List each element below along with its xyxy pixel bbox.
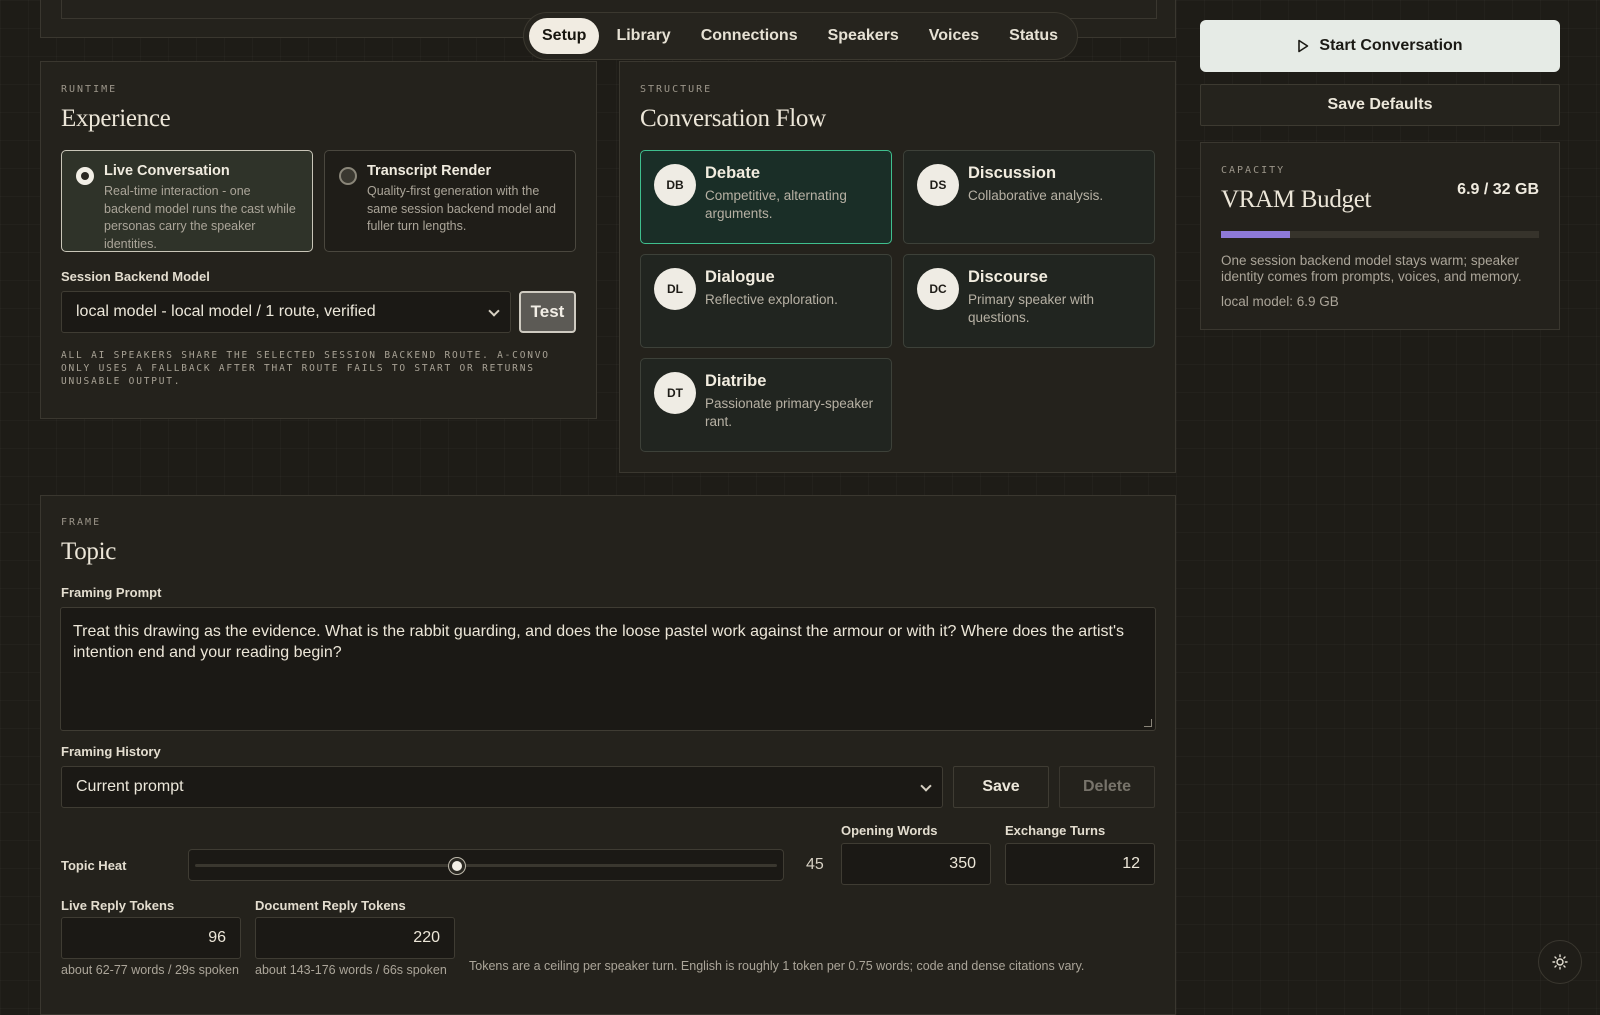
sun-icon [1552,954,1568,970]
flow-option-discourse[interactable]: DC Discourse Primary speaker with questi… [903,254,1155,348]
document-reply-tokens-value: 220 [413,929,440,946]
delete-prompt-label: Delete [1082,778,1132,795]
framing-prompt-label: Framing Prompt [61,585,162,600]
flow-option-description: Collaborative analysis. [968,188,1104,203]
backend-route-note: ALL AI SPEAKERS SHARE THE SELECTED SESSI… [61,350,550,387]
resize-grip-icon[interactable] [1144,719,1152,727]
capacity-panel: CAPACITY VRAM Budget 6.9 / 32 GB One ses… [1200,142,1560,330]
flow-option-debate[interactable]: DB Debate Competitive, alternating argum… [640,150,892,244]
flow-option-discussion[interactable]: DS Discussion Collaborative analysis. [903,150,1155,244]
capacity-title: VRAM Budget [1221,186,1372,213]
opening-words-input[interactable]: 350 [841,843,991,885]
mode-title: Transcript Render [367,163,492,179]
flow-title: Conversation Flow [640,105,826,132]
topic-kicker: FRAME [61,517,102,528]
vram-value: 6.9 / 32 GB [1457,181,1539,198]
framing-prompt-text: Treat this drawing as the evidence. What… [73,623,1125,661]
radio-live-conversation[interactable] [76,167,94,185]
framing-prompt-textarea[interactable]: Treat this drawing as the evidence. What… [60,607,1156,731]
document-reply-tokens-note: about 143-176 words / 66s spoken [255,963,447,977]
test-backend-button[interactable]: Test [519,291,576,333]
start-conversation-label: Start Conversation [1319,37,1463,54]
flow-kicker: STRUCTURE [640,84,713,95]
play-icon [1298,39,1309,53]
mode-description: Quality-first generation with the same s… [367,184,557,233]
flow-option-description: Competitive, alternating arguments. [705,188,847,221]
save-defaults-label: Save Defaults [1327,96,1433,113]
flow-option-dialogue[interactable]: DL Dialogue Reflective exploration. [640,254,892,348]
exchange-turns-input[interactable]: 12 [1005,843,1155,885]
save-defaults-button[interactable]: Save Defaults [1200,84,1560,126]
flow-option-title: Discourse [968,268,1048,286]
slider-thumb[interactable] [448,858,465,874]
exchange-turns-label: Exchange Turns [1005,823,1106,838]
start-conversation-button[interactable]: Start Conversation [1200,20,1560,72]
capacity-kicker: CAPACITY [1221,165,1286,176]
topic-heat-slider[interactable] [188,849,784,881]
main-nav: Setup Library Connections Speakers Voice… [523,12,1078,60]
experience-kicker: RUNTIME [61,84,118,95]
flow-option-title: Debate [705,164,761,182]
framing-history-select[interactable]: Current prompt [61,766,943,808]
test-label: Test [530,302,565,321]
mode-live-conversation[interactable]: Live Conversation Real-time interaction … [61,150,313,252]
backend-model-label: Session Backend Model [61,269,210,284]
vram-bar-fill [1221,231,1290,238]
flow-option-title: Dialogue [705,268,775,286]
mode-transcript-render[interactable]: Transcript Render Quality-first generati… [324,150,576,252]
opening-words-value: 350 [949,855,976,872]
flow-badge: DT [654,372,696,414]
slider-rail [195,864,777,867]
flow-badge: DC [917,268,959,310]
capacity-description: One session backend model stays warm; sp… [1221,253,1522,284]
live-reply-tokens-label: Live Reply Tokens [61,898,175,913]
backend-model-select[interactable]: local model - local model / 1 route, ver… [61,291,511,333]
flow-option-description: Passionate primary-speaker rant. [705,396,874,429]
save-prompt-label: Save [982,778,1020,795]
flow-option-diatribe[interactable]: DT Diatribe Passionate primary-speaker r… [640,358,892,452]
tab-setup[interactable]: Setup [529,18,600,54]
document-reply-tokens-input[interactable]: 220 [255,917,455,959]
save-prompt-button[interactable]: Save [953,766,1049,808]
chevron-down-icon [920,780,932,792]
capacity-detail: local model: 6.9 GB [1221,294,1339,309]
opening-words-label: Opening Words [841,823,938,838]
framing-history-label: Framing History [61,744,161,759]
document-reply-tokens-label: Document Reply Tokens [255,898,406,913]
radio-transcript-render[interactable] [339,167,357,185]
tab-speakers[interactable]: Speakers [815,18,912,54]
tab-voices[interactable]: Voices [916,18,992,54]
chevron-down-icon [488,305,500,317]
flow-badge: DB [654,164,696,206]
live-reply-tokens-input[interactable]: 96 [61,917,241,959]
tokens-note: Tokens are a ceiling per speaker turn. E… [469,959,1085,973]
tab-library[interactable]: Library [603,18,683,54]
mode-title: Live Conversation [104,163,230,179]
live-reply-tokens-note: about 62-77 words / 29s spoken [61,963,239,977]
tab-status[interactable]: Status [996,18,1071,54]
flow-badge: DS [917,164,959,206]
tab-connections[interactable]: Connections [688,18,811,54]
delete-prompt-button[interactable]: Delete [1059,766,1155,808]
live-reply-tokens-value: 96 [208,929,226,946]
topic-title: Topic [61,538,117,565]
mode-description: Real-time interaction - one backend mode… [104,184,296,251]
topic-heat-label: Topic Heat [61,858,127,873]
flow-badge: DL [654,268,696,310]
framing-history-value: Current prompt [76,778,184,795]
flow-option-description: Reflective exploration. [705,292,838,307]
topic-heat-value: 45 [806,856,824,873]
flow-option-description: Primary speaker with questions. [968,292,1095,325]
flow-option-title: Discussion [968,164,1057,182]
experience-title: Experience [61,105,171,132]
vram-bar [1221,231,1539,238]
theme-toggle-button[interactable] [1538,940,1582,984]
exchange-turns-value: 12 [1122,855,1140,872]
backend-model-value: local model - local model / 1 route, ver… [76,303,376,320]
flow-option-title: Diatribe [705,372,767,390]
